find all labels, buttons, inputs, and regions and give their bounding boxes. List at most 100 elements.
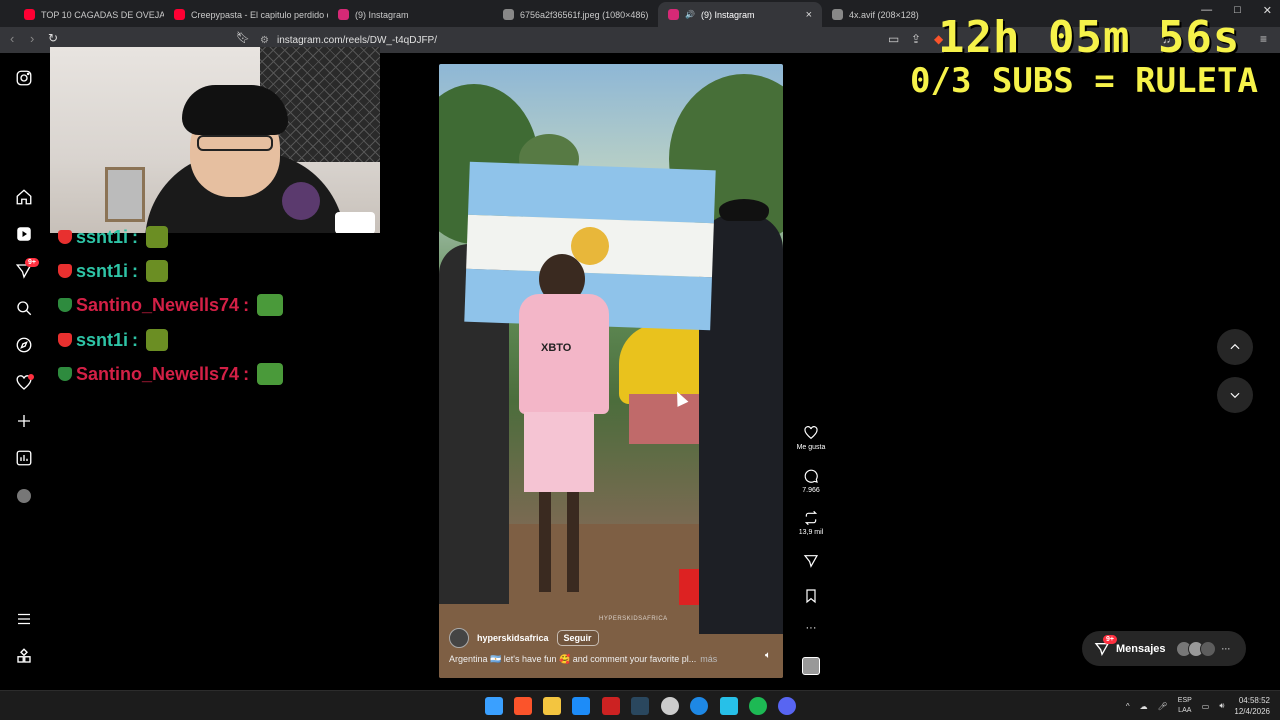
send-icon bbox=[803, 555, 819, 568]
back-button[interactable]: ‹ bbox=[10, 31, 14, 46]
reload-button[interactable]: ↻ bbox=[48, 31, 58, 45]
chat-message: Santino_Newells74: bbox=[58, 363, 284, 385]
video-watermark: HYPERSKIDSAFRICA bbox=[599, 616, 668, 622]
red-socks bbox=[679, 569, 699, 605]
follow-button[interactable]: Seguir bbox=[556, 630, 599, 646]
repost-button[interactable]: 13,9 mil bbox=[794, 510, 828, 536]
repost-icon bbox=[804, 510, 818, 526]
chat-badge-icon bbox=[58, 264, 72, 278]
frog-emote-icon bbox=[146, 260, 169, 282]
onedrive-icon[interactable]: ☁︎ bbox=[1140, 702, 1148, 711]
more-apps-icon[interactable] bbox=[13, 645, 35, 667]
messages-label: Mensajes bbox=[1116, 642, 1166, 655]
chevron-up-icon[interactable]: ^ bbox=[1126, 702, 1130, 711]
display-icon[interactable]: ▭ bbox=[1202, 702, 1210, 711]
search-icon[interactable] bbox=[13, 297, 35, 319]
spotify-icon[interactable] bbox=[749, 697, 767, 715]
instagram-logo-icon[interactable] bbox=[13, 67, 35, 89]
microphone-icon[interactable]: 🎤︎ bbox=[1158, 702, 1168, 711]
close-window-button[interactable]: ✕ bbox=[1263, 4, 1272, 17]
site-info-icon[interactable]: ⚙︎ bbox=[260, 35, 269, 46]
messages-button[interactable]: 9+ Mensajes ··· bbox=[1082, 631, 1246, 666]
clock-date: 12/4/2026 bbox=[1234, 707, 1270, 716]
language-indicator[interactable]: ESP LAA bbox=[1178, 696, 1192, 716]
chat-separator: : bbox=[132, 329, 139, 350]
home-icon[interactable] bbox=[13, 186, 35, 208]
avatar bbox=[1199, 640, 1216, 657]
image-file-icon bbox=[832, 9, 843, 20]
tab-label: (9) Instagram bbox=[700, 9, 755, 20]
message-avatars bbox=[1175, 640, 1216, 657]
profile-icon[interactable] bbox=[13, 485, 35, 507]
tab-youtube-2[interactable]: Creepypasta - El capitulo perdido de bbox=[164, 2, 328, 27]
news-app-icon[interactable] bbox=[602, 697, 620, 715]
menu-icon[interactable] bbox=[13, 608, 35, 630]
dashboard-icon[interactable] bbox=[13, 447, 35, 469]
chat-badge-icon bbox=[58, 230, 72, 244]
url-text: instagram.com/reels/DW_-t4qDJFP/ bbox=[276, 34, 438, 46]
youtube-icon bbox=[174, 9, 185, 20]
reel-video[interactable]: XBTO HYPERSKIDSAFRICA hyperskidsafrica S… bbox=[439, 64, 783, 678]
tab-instagram-active[interactable]: 🔊 (9) Instagram × bbox=[658, 2, 822, 27]
notification-dot bbox=[28, 374, 34, 380]
shirt-text: XBTO bbox=[541, 342, 572, 354]
obs-icon[interactable] bbox=[661, 697, 679, 715]
next-reel-button[interactable] bbox=[1217, 377, 1253, 413]
audio-icon: 🔊 bbox=[685, 10, 695, 19]
notepad-icon[interactable] bbox=[720, 697, 738, 715]
picture-frame bbox=[105, 167, 145, 222]
like-button[interactable]: Me gusta bbox=[794, 425, 828, 451]
author-avatar[interactable] bbox=[449, 628, 469, 648]
instagram-icon bbox=[338, 9, 349, 20]
windows-start-icon[interactable] bbox=[485, 697, 503, 715]
bookmark-icon[interactable]: 🔖︎ bbox=[236, 31, 250, 44]
share-icon[interactable]: ⇪ bbox=[911, 32, 921, 46]
ccleaner-icon[interactable] bbox=[690, 697, 708, 715]
chat-message: ssnt1i: bbox=[58, 260, 169, 282]
cast-icon[interactable]: ▭ bbox=[888, 32, 899, 46]
share-button[interactable] bbox=[794, 553, 828, 569]
messages-badge: 9+ bbox=[1103, 634, 1117, 644]
plush-toy bbox=[282, 182, 320, 220]
steam-icon[interactable] bbox=[631, 697, 649, 715]
reels-icon[interactable] bbox=[13, 223, 35, 245]
pepe-emote-icon bbox=[257, 294, 284, 316]
heart-icon[interactable] bbox=[13, 372, 35, 394]
mute-icon[interactable]: 🔈︎ bbox=[765, 650, 771, 661]
audio-track-thumbnail[interactable] bbox=[802, 657, 820, 675]
hat bbox=[719, 199, 769, 221]
chat-badge-icon bbox=[58, 367, 72, 381]
file-explorer-icon[interactable] bbox=[543, 697, 561, 715]
save-button[interactable] bbox=[794, 588, 828, 604]
bluesky-icon[interactable] bbox=[572, 697, 590, 715]
tab-avif[interactable]: 4x.avif (208×128) bbox=[822, 2, 932, 27]
comment-icon bbox=[804, 469, 818, 483]
reposts-count: 13,9 mil bbox=[798, 529, 824, 536]
reel-author: hyperskidsafrica Seguir bbox=[449, 628, 599, 648]
tab-instagram-1[interactable]: (9) Instagram bbox=[328, 2, 493, 27]
explore-icon[interactable] bbox=[13, 334, 35, 356]
comment-button[interactable]: 7.966 bbox=[794, 468, 828, 494]
comments-count: 7.966 bbox=[802, 487, 820, 494]
brave-browser-icon[interactable] bbox=[514, 697, 532, 715]
tab-jpeg[interactable]: 6756a2f36561f.jpeg (1080×486) bbox=[493, 2, 658, 27]
volume-icon[interactable]: 🔊︎ bbox=[1219, 701, 1224, 711]
discord-icon[interactable] bbox=[778, 697, 796, 715]
more-options-button[interactable]: ··· bbox=[794, 622, 828, 634]
browser-menu-icon[interactable]: ≡ bbox=[1260, 32, 1267, 46]
create-icon[interactable] bbox=[13, 410, 35, 432]
frog-emote-icon bbox=[146, 329, 169, 351]
direct-icon[interactable]: 9+ bbox=[13, 258, 39, 282]
previous-reel-button[interactable] bbox=[1217, 329, 1253, 365]
tab-label: 6756a2f36561f.jpeg (1080×486) bbox=[520, 9, 649, 20]
tab-label: TOP 10 CAGADAS DE OVEJA FREE FIR bbox=[41, 9, 164, 20]
author-username[interactable]: hyperskidsafrica bbox=[477, 633, 549, 643]
heart-icon bbox=[804, 426, 818, 440]
forward-button[interactable]: › bbox=[30, 31, 34, 46]
close-tab-icon[interactable]: × bbox=[806, 9, 812, 21]
caption-more-link[interactable]: más bbox=[700, 654, 717, 664]
streamer-glasses bbox=[197, 135, 273, 151]
clock[interactable]: 04:58:52 12/4/2026 bbox=[1234, 695, 1270, 717]
reel-caption[interactable]: Argentina 🇦🇷 let's have fun 🥰 and commen… bbox=[449, 654, 717, 665]
tab-youtube-1[interactable]: TOP 10 CAGADAS DE OVEJA FREE FIR bbox=[14, 2, 164, 27]
